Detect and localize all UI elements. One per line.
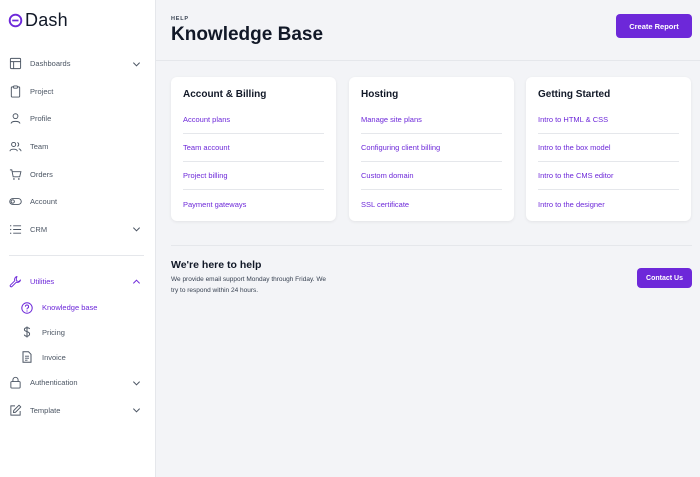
card-link[interactable]: Intro to the designer [538,190,679,218]
sidebar-item-dashboards[interactable]: Dashboards [0,50,155,78]
card-link[interactable]: Configuring client billing [361,134,502,162]
card-link[interactable]: Account plans [183,106,324,134]
user-icon [9,112,22,125]
card-link[interactable]: Payment gateways [183,190,324,218]
sidebar-item-crm[interactable]: CRM [0,216,155,244]
logo-text: Dash [25,10,68,30]
card-title: Hosting [361,89,399,100]
sidebar-item-team[interactable]: Team [0,133,155,161]
sidebar-item-label: Orders [30,169,53,179]
help-text: We provide email support Monday through … [171,276,326,294]
logo-mark-icon [8,13,23,28]
card-account-billing: Account & Billing Account plans Team acc… [171,77,336,221]
toggle-icon [9,195,22,208]
page-title: Knowledge Base [171,24,324,45]
sidebar-item-label: Team [30,142,49,152]
sidebar-subitem-pricing[interactable]: Pricing [0,320,155,345]
section-divider [171,245,692,246]
sidebar-nav: Dashboards Project Profile Team Orders A… [0,50,155,243]
card-hosting: Hosting Manage site plans Configuring cl… [349,77,514,221]
sidebar-item-label: CRM [30,224,48,234]
sidebar-item-label: Profile [30,114,52,124]
sidebar-subitem-label: Pricing [42,327,65,337]
chevron-down-icon[interactable] [132,406,141,414]
card-link[interactable]: Project billing [183,162,324,190]
wrench-icon [9,275,22,288]
dollar-icon [21,326,33,338]
list-icon [9,223,22,236]
card-link[interactable]: Custom domain [361,162,502,190]
sidebar-subitem-label: Invoice [42,352,66,362]
card-link-list: Account plans Team account Project billi… [183,106,324,218]
card-link-list: Intro to HTML & CSS Intro to the box mod… [538,106,679,218]
sidebar-item-label: Utilities [30,277,55,287]
help-title: We're here to help [171,259,262,271]
sidebar-item-profile[interactable]: Profile [0,105,155,133]
page-eyebrow: HELP [171,16,189,22]
file-text-icon [21,351,33,363]
logo[interactable]: Dash [8,10,68,31]
sidebar: Dash Dashboards Project Profile Team Ord… [0,0,156,477]
sidebar-item-account[interactable]: Account [0,188,155,216]
chevron-down-icon[interactable] [132,225,141,233]
card-title: Account & Billing [183,89,267,100]
chevron-up-icon[interactable] [132,278,141,286]
sidebar-subitem-label: Knowledge base [42,303,98,313]
chevron-down-icon[interactable] [132,60,141,68]
layout-icon [9,57,22,70]
card-link-list: Manage site plans Configuring client bil… [361,106,502,218]
sidebar-subitem-invoice[interactable]: Invoice [0,345,155,370]
sidebar-item-label: Template [30,405,61,415]
page-header: HELP Knowledge Base Create Report [156,0,700,61]
users-icon [9,140,22,153]
create-report-button[interactable]: Create Report [616,14,692,38]
card-link[interactable]: Team account [183,134,324,162]
sidebar-item-label: Authentication [30,378,78,388]
edit-icon [9,404,22,417]
card-link[interactable]: SSL certificate [361,190,502,218]
card-link[interactable]: Intro to the CMS editor [538,162,679,190]
card-getting-started: Getting Started Intro to HTML & CSS Intr… [526,77,691,221]
sidebar-item-label: Dashboards [30,59,71,69]
sidebar-divider [9,255,144,256]
sidebar-item-orders[interactable]: Orders [0,160,155,188]
clipboard-icon [9,85,22,98]
card-title: Getting Started [538,89,611,100]
card-link[interactable]: Intro to the box model [538,134,679,162]
sidebar-item-label: Account [30,197,58,207]
card-link[interactable]: Intro to HTML & CSS [538,106,679,134]
sidebar-subitem-knowledge-base[interactable]: Knowledge base [0,296,155,321]
sidebar-item-label: Project [30,86,54,96]
contact-us-button[interactable]: Contact Us [637,268,692,288]
lock-icon [9,376,22,389]
card-link[interactable]: Manage site plans [361,106,502,134]
sidebar-nav-bottom: Authentication Template [0,369,155,424]
chevron-down-icon[interactable] [132,379,141,387]
sidebar-nav-utilities: Utilities Knowledge base Pricing Invoice [0,268,155,369]
cart-icon [9,168,22,181]
sidebar-item-project[interactable]: Project [0,78,155,106]
sidebar-item-authentication[interactable]: Authentication [0,369,155,397]
sidebar-item-template[interactable]: Template [0,397,155,425]
sidebar-item-utilities[interactable]: Utilities [0,268,155,296]
main-content: HELP Knowledge Base Create Report Accoun… [156,0,700,477]
help-circle-icon [21,302,33,314]
